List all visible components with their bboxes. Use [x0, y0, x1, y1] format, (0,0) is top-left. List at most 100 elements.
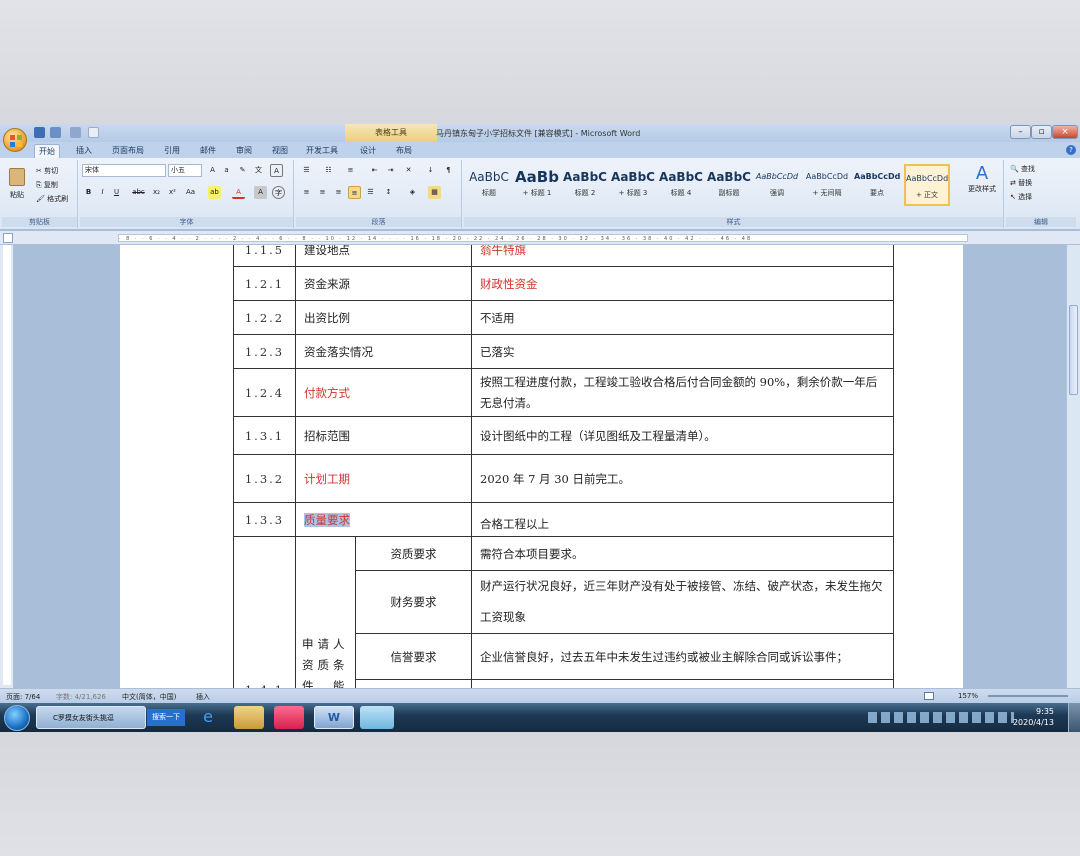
clause-item[interactable]: 计划工期: [295, 454, 472, 503]
tab-references[interactable]: 引用: [160, 144, 184, 158]
font-size-combo[interactable]: 小五: [168, 164, 202, 177]
subscript-icon[interactable]: x₂: [150, 186, 163, 199]
shrink-font-icon[interactable]: a: [220, 164, 233, 177]
clause-number[interactable]: 1.4.1: [233, 536, 296, 688]
print-layout-icon[interactable]: [924, 692, 934, 700]
decrease-indent-icon[interactable]: ⇤: [368, 164, 381, 177]
clause-item[interactable]: 资金来源: [295, 266, 472, 301]
sub-item-value[interactable]: 需符合本项目要求。: [471, 536, 894, 571]
clause-number[interactable]: 1.2.1: [233, 266, 296, 301]
cut-button[interactable]: ✂ 剪切: [36, 166, 58, 176]
style-heading-4[interactable]: AaBbC 标题 4: [658, 164, 704, 206]
sub-item-value[interactable]: 财产运行状况良好，近三年财产没有处于被接管、冻结、破产状态，未发生拖欠工资现象: [471, 570, 894, 634]
clause-number[interactable]: 1.2.3: [233, 334, 296, 369]
explorer-icon[interactable]: [234, 706, 264, 729]
phonetic-guide-icon[interactable]: 文: [252, 164, 265, 177]
numbering-icon[interactable]: ☷: [322, 164, 335, 177]
clause-value[interactable]: 财政性资金: [471, 266, 894, 301]
font-name-combo[interactable]: 宋体: [82, 164, 166, 177]
word-taskbar-icon[interactable]: W: [314, 706, 354, 729]
clause-item[interactable]: 招标范围: [295, 416, 472, 455]
tab-table-layout[interactable]: 布局: [392, 144, 416, 158]
clause-item[interactable]: 建设地点: [295, 245, 472, 267]
minimize-button[interactable]: –: [1010, 125, 1031, 139]
clock[interactable]: 9:35 2020/4/13: [1013, 706, 1054, 728]
clause-number[interactable]: 1.3.1: [233, 416, 296, 455]
clause-value[interactable]: 2020 年 7 月 30 日前完工。: [471, 454, 894, 503]
line-spacing-icon[interactable]: ↕: [382, 186, 395, 199]
tab-mailings[interactable]: 邮件: [196, 144, 220, 158]
sort-icon[interactable]: ↓: [424, 164, 437, 177]
zoom-level[interactable]: 157%: [958, 692, 978, 700]
clause-value[interactable]: 翁牛特旗: [471, 245, 894, 267]
find-button[interactable]: 🔍 查找: [1010, 164, 1035, 174]
char-shading-icon[interactable]: A: [254, 186, 267, 199]
style-heading-2[interactable]: AaBbC 标题 2: [562, 164, 608, 206]
change-styles-button[interactable]: A 更改样式: [960, 164, 1004, 194]
clause-number[interactable]: 1.3.2: [233, 454, 296, 503]
style-no-spacing[interactable]: AaBbCcDd + 无间隔: [804, 164, 850, 206]
sub-item-value[interactable]: [471, 679, 894, 688]
page-count[interactable]: 页面: 7/64: [6, 692, 40, 702]
sub-item-label[interactable]: [355, 679, 472, 688]
clear-format-icon[interactable]: ✎: [236, 164, 249, 177]
tab-review[interactable]: 审阅: [232, 144, 256, 158]
copy-button[interactable]: ⎘ 复制: [36, 180, 58, 190]
sub-item-value[interactable]: 企业信誉良好，过去五年中未发生过违约或被业主解除合同或诉讼事件；: [471, 633, 894, 680]
italic-icon[interactable]: I: [96, 186, 109, 199]
replace-button[interactable]: ⇄ 替换: [1010, 178, 1032, 188]
redo-icon[interactable]: [70, 127, 81, 138]
borders-icon[interactable]: ▦: [428, 186, 441, 199]
show-marks-icon[interactable]: ¶: [442, 164, 455, 177]
media-player-icon[interactable]: [274, 706, 304, 729]
style-heading-1[interactable]: AaBb + 标题 1: [514, 164, 560, 206]
scroll-thumb[interactable]: [1069, 305, 1078, 395]
insert-mode[interactable]: 插入: [196, 692, 210, 702]
chinese-layout-icon[interactable]: ✕: [402, 164, 415, 177]
enclose-char-icon[interactable]: 字: [272, 186, 285, 199]
clause-item-cell[interactable]: 质量要求: [295, 502, 472, 537]
horizontal-ruler[interactable]: · 8 · · 6 · · 4 · · 2 · · · · 2 · · 4 · …: [0, 231, 1080, 245]
help-icon[interactable]: ?: [1066, 145, 1076, 155]
new-document-icon[interactable]: [88, 127, 99, 138]
change-case-icon[interactable]: Aa: [184, 186, 197, 199]
justify-icon[interactable]: ≡: [348, 186, 361, 199]
clause-value[interactable]: 设计图纸中的工程（详见图纸及工程量清单）。: [471, 416, 894, 455]
tab-developer[interactable]: 开发工具: [302, 144, 342, 158]
style-title[interactable]: AaBbC 标题: [466, 164, 512, 206]
clause-value[interactable]: 不适用: [471, 300, 894, 335]
system-tray-icons[interactable]: [868, 712, 1014, 723]
tab-page-layout[interactable]: 页面布局: [108, 144, 148, 158]
bold-icon[interactable]: B: [82, 186, 95, 199]
maximize-button[interactable]: ▫: [1031, 125, 1052, 139]
zoom-slider[interactable]: [988, 695, 1068, 697]
clause-value[interactable]: 按照工程进度付款，工程竣工验收合格后付合同金额的 90%，剩余价款一年后无息付清…: [471, 368, 894, 417]
tab-home[interactable]: 开始: [34, 144, 60, 158]
ie-icon[interactable]: e: [194, 706, 222, 729]
align-center-icon[interactable]: ≡: [316, 186, 329, 199]
style-normal[interactable]: AaBbCcDd + 正文: [904, 164, 950, 206]
start-button[interactable]: [4, 705, 30, 731]
paste-button[interactable]: 粘贴: [6, 166, 28, 206]
tab-insert[interactable]: 插入: [72, 144, 96, 158]
align-right-icon[interactable]: ≡: [332, 186, 345, 199]
save-icon[interactable]: [34, 127, 45, 138]
select-button[interactable]: ↖ 选择: [1010, 192, 1032, 202]
clause-value[interactable]: 合格工程以上: [471, 502, 894, 537]
align-left-icon[interactable]: ≡: [300, 186, 313, 199]
vertical-ruler[interactable]: [0, 245, 14, 688]
office-button[interactable]: [3, 128, 27, 152]
clause-number[interactable]: 1.2.2: [233, 300, 296, 335]
strikethrough-icon[interactable]: abc: [132, 186, 145, 199]
distributed-icon[interactable]: ☰: [364, 186, 377, 199]
sub-item-label[interactable]: 资质要求: [355, 536, 472, 571]
format-painter-button[interactable]: 🖌 格式刷: [36, 194, 68, 204]
increase-indent-icon[interactable]: ⇥: [384, 164, 397, 177]
style-emphasis[interactable]: AaBbCcDd 强调: [754, 164, 800, 206]
tab-view[interactable]: 视图: [268, 144, 292, 158]
clause-item[interactable]: 付款方式: [295, 368, 472, 417]
clause-number[interactable]: 1.2.4: [233, 368, 296, 417]
close-button[interactable]: ×: [1052, 125, 1078, 139]
shading-icon[interactable]: ◈: [406, 186, 419, 199]
taskbar-browser-task[interactable]: C罗摸女友街头挑逗: [36, 706, 146, 729]
